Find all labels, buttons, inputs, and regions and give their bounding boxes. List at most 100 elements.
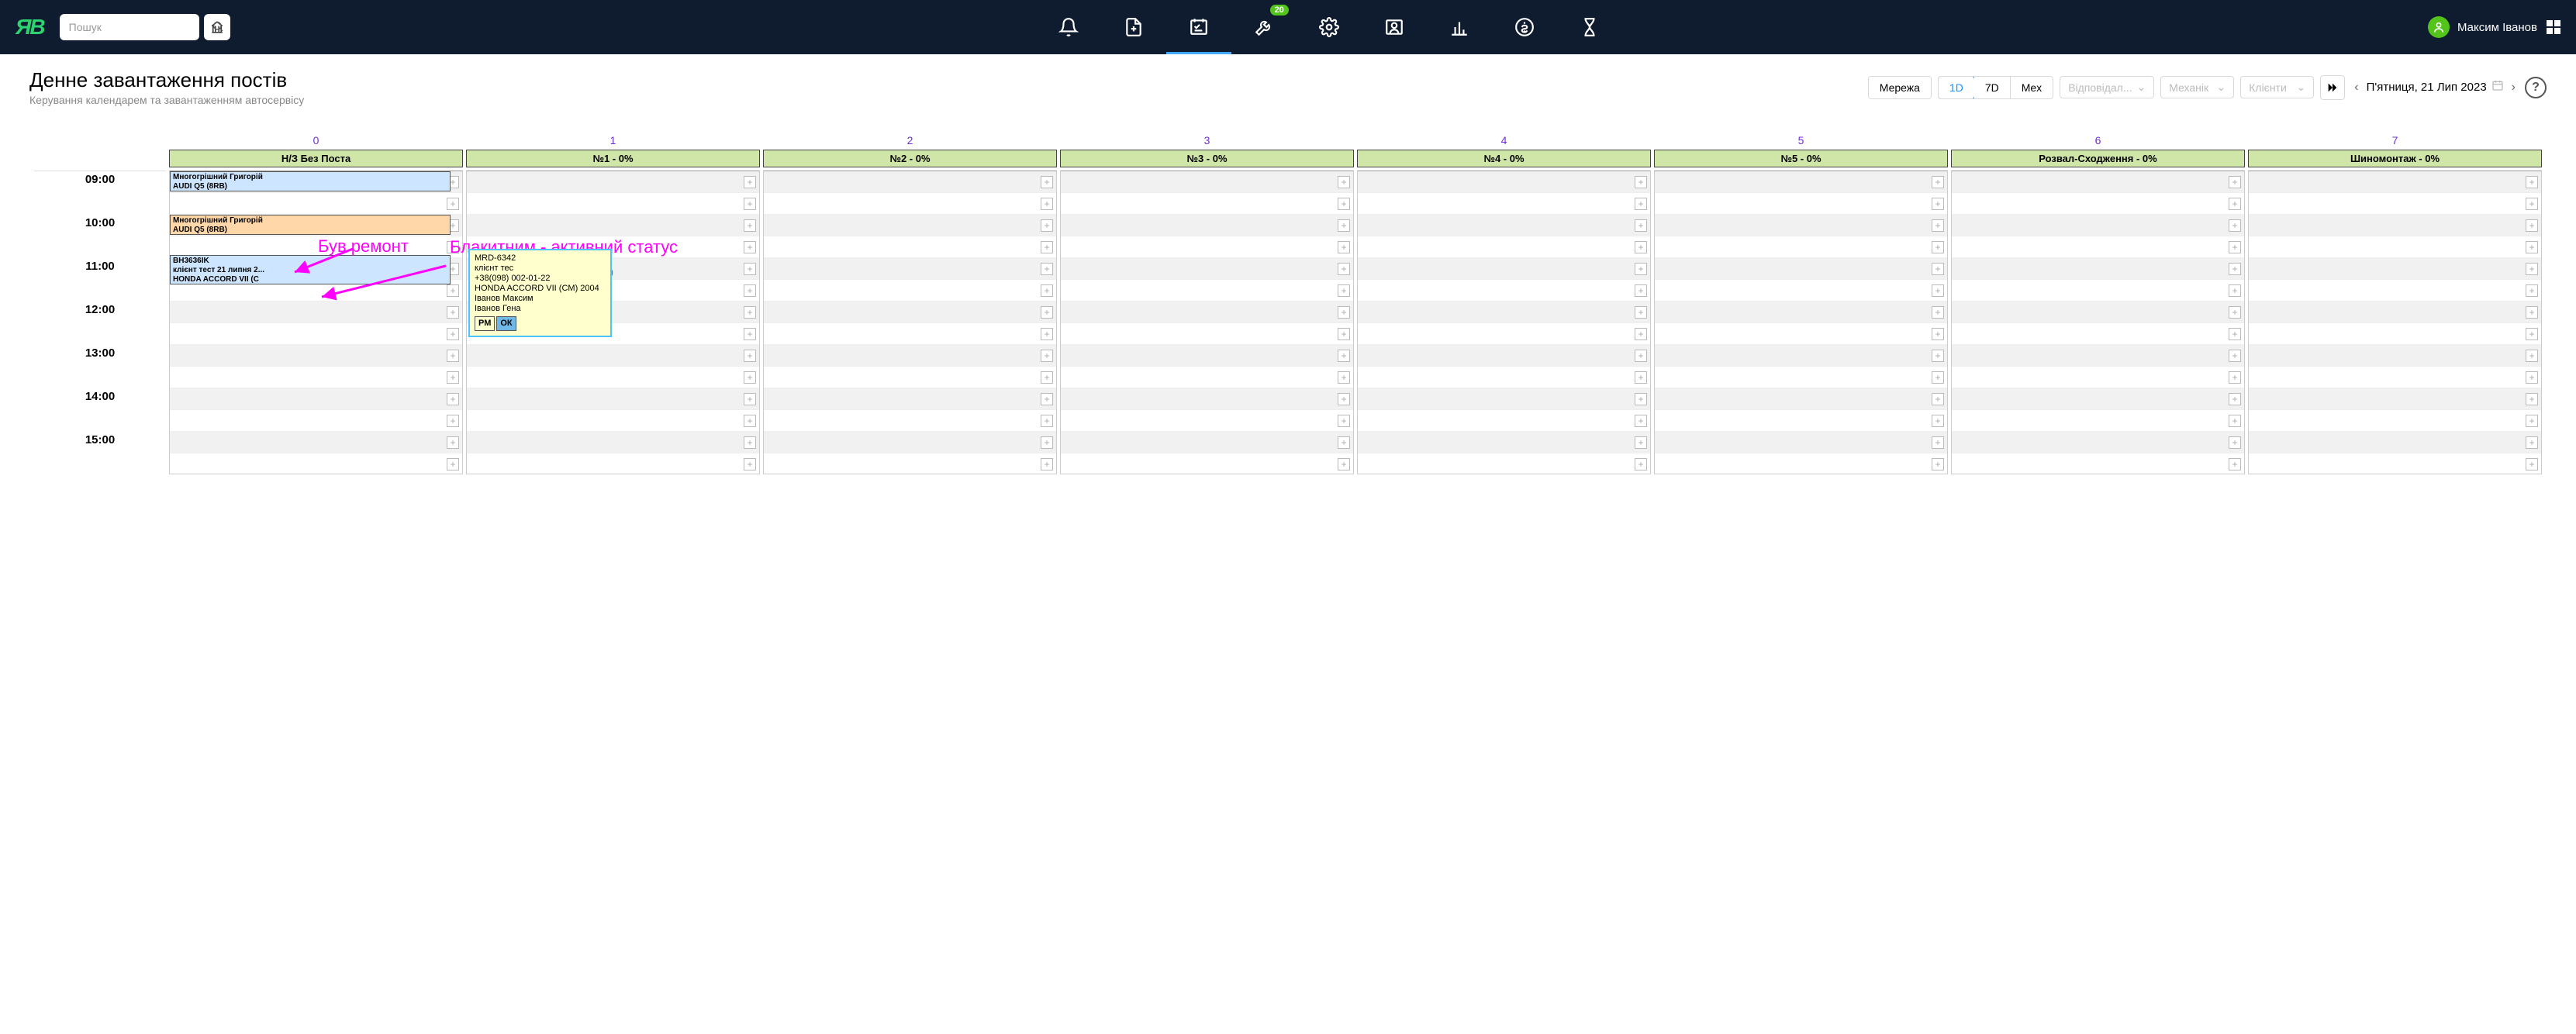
- add-slot[interactable]: +: [447, 458, 459, 470]
- add-slot[interactable]: +: [1932, 458, 1944, 470]
- network-button[interactable]: Мережа: [1869, 77, 1931, 98]
- add-slot[interactable]: +: [2526, 306, 2538, 319]
- add-slot[interactable]: +: [744, 415, 756, 427]
- nav-checklist[interactable]: [1166, 0, 1231, 54]
- add-slot[interactable]: +: [1041, 393, 1053, 405]
- add-slot[interactable]: +: [1932, 393, 1944, 405]
- add-slot[interactable]: +: [1635, 306, 1647, 319]
- nav-wrench[interactable]: 20: [1231, 0, 1297, 54]
- add-slot[interactable]: +: [744, 458, 756, 470]
- add-slot[interactable]: +: [1932, 219, 1944, 232]
- add-slot[interactable]: +: [1041, 436, 1053, 449]
- add-slot[interactable]: +: [1635, 458, 1647, 470]
- add-slot[interactable]: +: [1041, 328, 1053, 340]
- order-tooltip[interactable]: MRD-6342 клієнт тес +38(098) 002-01-22 H…: [468, 249, 612, 337]
- add-slot[interactable]: +: [1338, 263, 1350, 275]
- user-block[interactable]: Максим Іванов: [2428, 16, 2537, 38]
- add-slot[interactable]: +: [1635, 219, 1647, 232]
- order-card[interactable]: Многогрішний Григорій AUDI Q5 (8RB): [170, 171, 451, 191]
- add-slot[interactable]: +: [1635, 393, 1647, 405]
- add-slot[interactable]: +: [1041, 458, 1053, 470]
- add-slot[interactable]: +: [1041, 350, 1053, 362]
- add-slot[interactable]: +: [2229, 198, 2241, 210]
- nav-contact[interactable]: [1362, 0, 1427, 54]
- add-slot[interactable]: +: [447, 436, 459, 449]
- add-slot[interactable]: +: [2229, 350, 2241, 362]
- add-slot[interactable]: +: [2229, 306, 2241, 319]
- add-slot[interactable]: +: [1932, 371, 1944, 384]
- add-slot[interactable]: +: [447, 241, 459, 253]
- filter-clients[interactable]: Клієнти⌄: [2240, 76, 2314, 98]
- add-slot[interactable]: +: [2526, 350, 2538, 362]
- add-slot[interactable]: +: [1932, 328, 1944, 340]
- add-slot[interactable]: +: [2229, 393, 2241, 405]
- add-slot[interactable]: +: [1041, 415, 1053, 427]
- date-next[interactable]: ›: [2509, 81, 2519, 95]
- add-slot[interactable]: +: [2229, 328, 2241, 340]
- add-slot[interactable]: +: [1932, 306, 1944, 319]
- calendar-icon[interactable]: [2491, 79, 2504, 95]
- add-slot[interactable]: +: [1635, 415, 1647, 427]
- add-slot[interactable]: +: [447, 198, 459, 210]
- add-slot[interactable]: +: [2229, 219, 2241, 232]
- add-slot[interactable]: +: [744, 436, 756, 449]
- add-slot[interactable]: +: [2229, 371, 2241, 384]
- add-slot[interactable]: +: [1338, 350, 1350, 362]
- nav-money[interactable]: [1492, 0, 1557, 54]
- add-slot[interactable]: +: [447, 371, 459, 384]
- add-slot[interactable]: +: [1338, 415, 1350, 427]
- fast-forward-button[interactable]: [2320, 75, 2345, 100]
- range-mex[interactable]: Mex: [2011, 77, 2053, 98]
- add-slot[interactable]: +: [447, 284, 459, 297]
- add-slot[interactable]: +: [2526, 436, 2538, 449]
- add-slot[interactable]: +: [1338, 241, 1350, 253]
- add-slot[interactable]: +: [1338, 371, 1350, 384]
- add-slot[interactable]: +: [744, 284, 756, 297]
- add-slot[interactable]: +: [2229, 284, 2241, 297]
- add-slot[interactable]: +: [2526, 241, 2538, 253]
- add-slot[interactable]: +: [1932, 284, 1944, 297]
- add-slot[interactable]: +: [2229, 415, 2241, 427]
- search-input[interactable]: [60, 14, 199, 40]
- add-slot[interactable]: +: [2526, 284, 2538, 297]
- add-slot[interactable]: +: [447, 328, 459, 340]
- add-slot[interactable]: +: [744, 198, 756, 210]
- add-slot[interactable]: +: [1338, 284, 1350, 297]
- add-slot[interactable]: +: [447, 415, 459, 427]
- add-slot[interactable]: +: [1338, 458, 1350, 470]
- add-slot[interactable]: +: [2526, 198, 2538, 210]
- add-slot[interactable]: +: [1932, 415, 1944, 427]
- add-slot[interactable]: +: [2229, 263, 2241, 275]
- add-slot[interactable]: +: [1635, 198, 1647, 210]
- add-slot[interactable]: +: [1338, 198, 1350, 210]
- filter-responsible[interactable]: Відповідал...⌄: [2060, 76, 2154, 98]
- add-slot[interactable]: +: [1041, 241, 1053, 253]
- add-slot[interactable]: +: [1338, 306, 1350, 319]
- add-slot[interactable]: +: [2229, 458, 2241, 470]
- add-slot[interactable]: +: [1635, 371, 1647, 384]
- range-7d[interactable]: 7D: [1974, 77, 2011, 98]
- order-card[interactable]: Многогрішний Григорій AUDI Q5 (8RB): [170, 215, 451, 235]
- add-slot[interactable]: +: [744, 350, 756, 362]
- add-slot[interactable]: +: [1041, 176, 1053, 188]
- add-slot[interactable]: +: [2229, 176, 2241, 188]
- add-slot[interactable]: +: [1635, 350, 1647, 362]
- add-slot[interactable]: +: [744, 176, 756, 188]
- add-slot[interactable]: +: [1338, 328, 1350, 340]
- tip-status-rm[interactable]: РМ: [475, 316, 495, 331]
- add-slot[interactable]: +: [1635, 176, 1647, 188]
- add-slot[interactable]: +: [1041, 284, 1053, 297]
- add-slot[interactable]: +: [1932, 241, 1944, 253]
- add-slot[interactable]: +: [744, 393, 756, 405]
- add-slot[interactable]: +: [744, 306, 756, 319]
- add-slot[interactable]: +: [1041, 198, 1053, 210]
- add-slot[interactable]: +: [1635, 284, 1647, 297]
- add-slot[interactable]: +: [1635, 263, 1647, 275]
- add-slot[interactable]: +: [1932, 436, 1944, 449]
- add-slot[interactable]: +: [2526, 415, 2538, 427]
- add-slot[interactable]: +: [1635, 328, 1647, 340]
- nav-bell[interactable]: [1036, 0, 1101, 54]
- nav-stats[interactable]: [1427, 0, 1492, 54]
- add-slot[interactable]: +: [2526, 219, 2538, 232]
- add-slot[interactable]: +: [2526, 263, 2538, 275]
